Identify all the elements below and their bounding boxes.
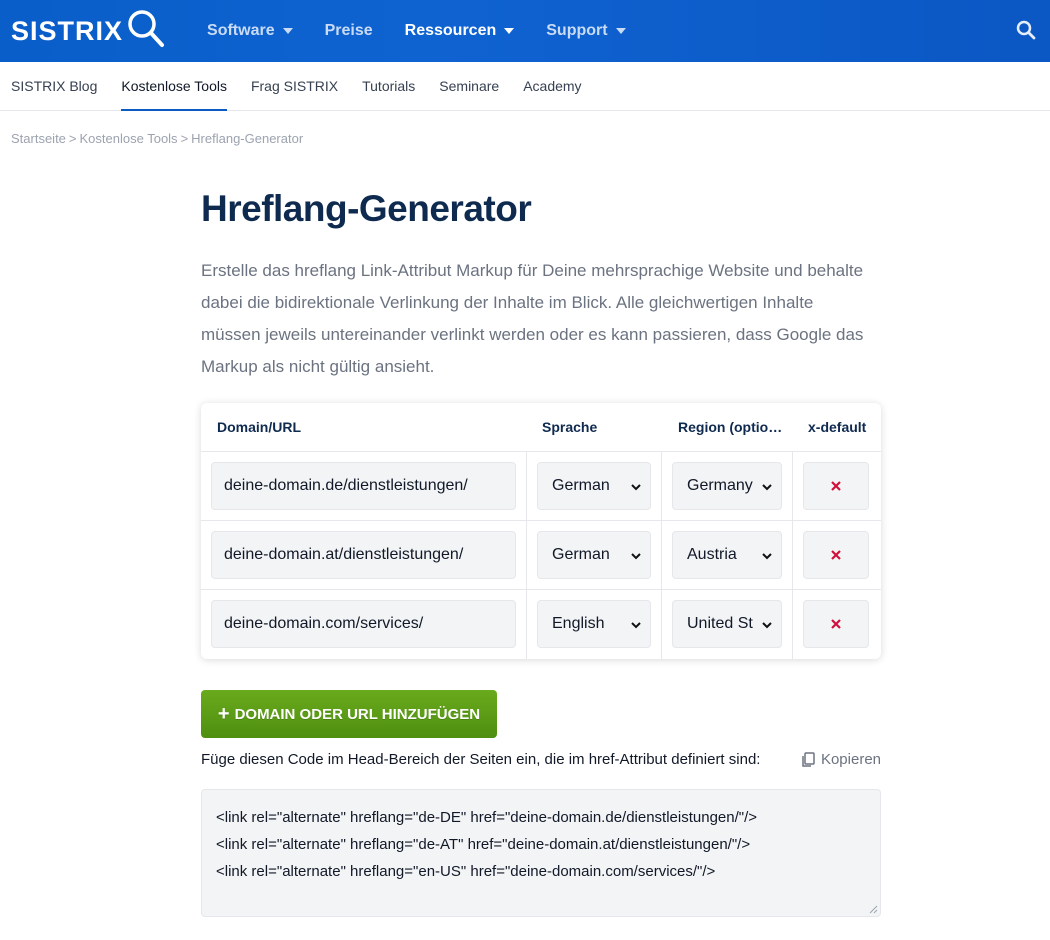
- close-icon: [831, 550, 841, 560]
- magnifier-logo-icon: [127, 9, 165, 54]
- main-nav: Software Preise Ressourcen Support: [207, 22, 658, 40]
- intro-text: Erstelle das hreflang Link-Attribut Mark…: [201, 261, 864, 376]
- sub-navigation: SISTRIX Blog Kostenlose Tools Frag SISTR…: [0, 62, 1050, 111]
- column-header-region: Region (optio…: [678, 419, 783, 435]
- logo-text: SISTRIX: [11, 15, 124, 46]
- region-select-value: United St: [687, 615, 753, 632]
- url-input[interactable]: deine-domain.at/dienstleistungen/: [211, 531, 516, 579]
- region-select[interactable]: United St: [672, 600, 782, 648]
- table-row: deine-domain.com/services/ English Unite…: [201, 590, 881, 659]
- language-select[interactable]: English: [537, 600, 651, 648]
- hreflang-table: Domain/URL Sprache Region (optio… x-defa…: [201, 403, 881, 659]
- nav-support[interactable]: Support: [546, 22, 626, 40]
- chevron-down-icon: [762, 622, 772, 629]
- subnav-kostenlose-tools[interactable]: Kostenlose Tools: [121, 62, 227, 111]
- close-icon: [831, 481, 841, 491]
- nav-preise-label: Preise: [324, 22, 373, 39]
- remove-row-button[interactable]: [803, 600, 869, 648]
- subnav-sistrix-blog[interactable]: SISTRIX Blog: [11, 62, 97, 110]
- language-select-value: German: [552, 546, 610, 563]
- code-output-textarea[interactable]: <link rel="alternate" hreflang="de-DE" h…: [201, 789, 881, 917]
- chevron-down-icon: [631, 553, 641, 560]
- column-header-url: Domain/URL: [217, 419, 301, 435]
- subnav-academy[interactable]: Academy: [523, 62, 581, 110]
- subnav-tutorials[interactable]: Tutorials: [362, 62, 415, 110]
- nav-support-label: Support: [546, 22, 608, 39]
- remove-row-button[interactable]: [803, 462, 869, 510]
- nav-software[interactable]: Software: [207, 22, 293, 40]
- region-select-value: Germany: [687, 477, 753, 494]
- breadcrumb-current: Hreflang-Generator: [191, 130, 304, 146]
- language-select[interactable]: German: [537, 462, 651, 510]
- chevron-down-icon: [762, 484, 772, 491]
- breadcrumb-startseite[interactable]: Startseite: [11, 131, 66, 146]
- caret-down-icon: [615, 28, 626, 34]
- add-domain-button-label: DOMAIN ODER URL HINZUFÜGEN: [234, 705, 481, 723]
- nav-ressourcen-label: Ressourcen: [404, 22, 497, 39]
- breadcrumb-kostenlose-tools[interactable]: Kostenlose Tools: [80, 131, 178, 146]
- url-input[interactable]: deine-domain.com/services/: [211, 600, 516, 648]
- breadcrumb-separator: >: [180, 130, 189, 146]
- language-select-value: German: [552, 477, 610, 494]
- region-select-value: Austria: [687, 546, 737, 563]
- breadcrumb: Startseite > Kostenlose Tools > Hreflang…: [0, 128, 1050, 148]
- code-line: <link rel="alternate" hreflang="de-AT" h…: [216, 836, 751, 853]
- chevron-down-icon: [762, 553, 772, 560]
- url-input[interactable]: deine-domain.de/dienstleistungen/: [211, 462, 516, 510]
- breadcrumb-separator: >: [68, 130, 77, 146]
- subnav-seminare[interactable]: Seminare: [439, 62, 499, 110]
- nav-software-label: Software: [207, 22, 275, 39]
- resize-handle-icon[interactable]: [868, 904, 878, 914]
- logo[interactable]: SISTRIX: [11, 9, 165, 54]
- subnav-frag-sistrix[interactable]: Frag SISTRIX: [251, 62, 338, 110]
- table-header: Domain/URL Sprache Region (optio… x-defa…: [201, 403, 881, 452]
- language-select-value: English: [552, 615, 605, 632]
- top-navigation-bar: SISTRIX Software Preise Ressourcen Suppo…: [0, 0, 1050, 62]
- plus-icon: +: [217, 703, 230, 725]
- table-row: deine-domain.de/dienstleistungen/ German…: [201, 452, 881, 521]
- code-hint-text: Füge diesen Code im Head-Bereich der Sei…: [201, 751, 761, 768]
- remove-row-button[interactable]: [803, 531, 869, 579]
- code-line: <link rel="alternate" hreflang="de-DE" h…: [216, 809, 758, 826]
- region-select[interactable]: Germany: [672, 462, 782, 510]
- copy-button-label: Kopieren: [820, 751, 881, 768]
- close-icon: [831, 619, 841, 629]
- language-select[interactable]: German: [537, 531, 651, 579]
- code-line: <link rel="alternate" hreflang="en-US" h…: [216, 863, 716, 880]
- add-domain-button[interactable]: + DOMAIN ODER URL HINZUFÜGEN: [201, 690, 497, 738]
- copy-button[interactable]: Kopieren: [801, 751, 881, 768]
- caret-down-icon: [504, 28, 515, 34]
- chevron-down-icon: [631, 622, 641, 629]
- chevron-down-icon: [631, 484, 641, 491]
- caret-down-icon: [282, 28, 293, 34]
- copy-icon: [802, 751, 815, 767]
- main-content: Hreflang-Generator Erstelle das hreflang…: [201, 185, 881, 917]
- code-hint: Füge diesen Code im Head-Bereich der Sei…: [201, 751, 881, 768]
- table-row: deine-domain.at/dienstleistungen/ German…: [201, 521, 881, 590]
- page-title: Hreflang-Generator: [201, 188, 532, 229]
- nav-ressourcen[interactable]: Ressourcen: [405, 22, 515, 40]
- column-header-language: Sprache: [542, 419, 598, 435]
- search-icon[interactable]: [1016, 20, 1036, 45]
- region-select[interactable]: Austria: [672, 531, 782, 579]
- nav-preise[interactable]: Preise: [325, 22, 373, 40]
- column-header-xdefault: x-default: [808, 419, 867, 435]
